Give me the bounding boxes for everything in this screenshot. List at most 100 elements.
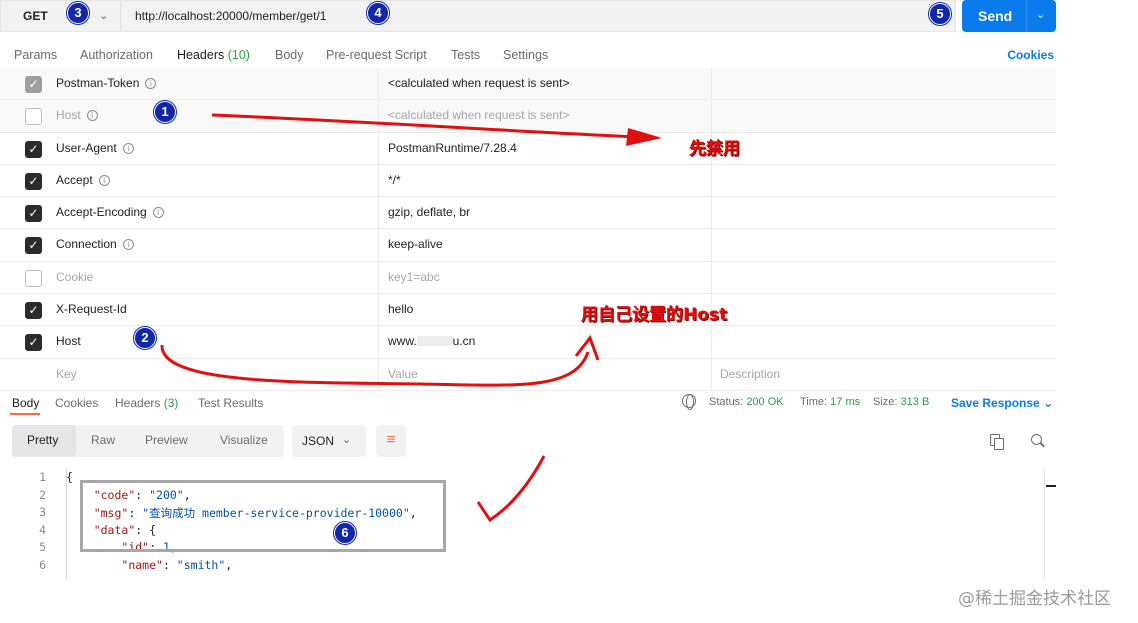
code-line: 6 "name": "smith",	[0, 556, 1056, 574]
info-icon[interactable]: i	[122, 239, 134, 251]
view-preview-button[interactable]: Preview	[145, 433, 188, 447]
header-value[interactable]: www. u.cn	[388, 334, 475, 348]
status-info[interactable]: Status: 200 OK	[709, 396, 784, 408]
new-value-input[interactable]: Value	[388, 367, 418, 381]
status-label: Status:	[709, 396, 744, 408]
code-text: "code": "200",	[93, 487, 191, 502]
column-divider	[711, 358, 712, 390]
info-icon[interactable]: i	[98, 174, 110, 186]
info-icon[interactable]: i	[122, 142, 134, 154]
response-tab-headers[interactable]: Headers (3)	[115, 396, 178, 410]
header-key: Postman-Token i	[56, 76, 157, 90]
size-label: Size:	[873, 396, 898, 408]
send-label: Send	[978, 8, 1013, 24]
header-key-text: Connection	[56, 237, 117, 252]
header-checkbox[interactable]	[25, 269, 42, 287]
column-divider	[378, 197, 379, 229]
header-key[interactable]: X-Request-Id	[56, 302, 127, 316]
column-divider	[378, 164, 379, 197]
search-icon[interactable]	[1030, 433, 1046, 449]
view-visualize-button[interactable]: Visualize	[220, 433, 268, 447]
header-row-postman-token: ✓ Postman-Token i <calculated when reques…	[0, 68, 1056, 101]
code-line: 3 "msg": "查询成功 member-service-provider-1…	[0, 503, 1056, 521]
headers-table: ✓ Postman-Token i <calculated when reques…	[0, 68, 1056, 391]
header-value: keep-alive	[388, 237, 443, 252]
code-text: {	[66, 470, 73, 484]
active-tab-indicator	[10, 413, 40, 415]
response-body-code[interactable]: 1 { 2 "code": "200", 3 "msg": "查询成功 memb…	[0, 468, 1056, 580]
tab-settings[interactable]: Settings	[503, 48, 548, 62]
header-checkbox[interactable]: ✓	[25, 205, 42, 223]
globe-icon[interactable]	[682, 394, 696, 410]
header-checkbox[interactable]: ✓	[25, 302, 42, 320]
status-value: 200 OK	[746, 396, 784, 408]
method-label: GET	[23, 9, 48, 23]
send-button[interactable]: Send ⌄	[962, 0, 1056, 32]
header-row-accept-encoding: ✓ Accept-Encoding i gzip, deflate, br	[0, 197, 1056, 230]
send-divider	[1026, 0, 1027, 32]
header-key: Host i	[56, 108, 98, 122]
copy-icon[interactable]	[990, 434, 1004, 450]
header-key-text: User-Agent	[56, 140, 117, 155]
line-number: 6	[39, 557, 46, 572]
line-number: 4	[39, 522, 46, 537]
header-value[interactable]: key1=abc	[388, 270, 440, 284]
format-select[interactable]: JSON ⌄	[292, 425, 366, 457]
format-label: JSON	[302, 434, 335, 448]
postman-window: GET ⌄ http://localhost:20000/member/get/…	[0, 0, 1056, 623]
size-info[interactable]: Size: 313 B	[873, 396, 929, 408]
code-text: "msg": "查询成功 member-service-provider-100…	[93, 506, 417, 520]
url-input[interactable]: http://localhost:20000/member/get/1	[120, 0, 956, 32]
response-tab-cookies[interactable]: Cookies	[55, 396, 98, 410]
tab-params[interactable]: Params	[14, 48, 57, 62]
header-value-prefix: www.	[388, 334, 417, 349]
time-info[interactable]: Time: 17 ms	[800, 396, 860, 408]
tab-tests[interactable]: Tests	[451, 48, 480, 62]
tab-prerequest-script[interactable]: Pre-request Script	[326, 48, 427, 62]
response-tab-body[interactable]: Body	[12, 396, 39, 410]
column-divider	[378, 261, 379, 294]
line-number: 1	[39, 470, 46, 484]
response-tab-test-results[interactable]: Test Results	[198, 396, 263, 410]
header-checkbox[interactable]	[25, 108, 42, 126]
info-icon[interactable]: i	[145, 78, 157, 89]
header-checkbox[interactable]: ✓	[25, 334, 42, 352]
header-key[interactable]: Host	[56, 334, 81, 348]
cookies-link[interactable]: Cookies	[1007, 48, 1054, 62]
json-key: "id"	[121, 540, 150, 554]
info-icon[interactable]: i	[152, 207, 164, 219]
json-key: "code"	[93, 487, 136, 502]
new-key-input[interactable]: Key	[56, 367, 77, 381]
header-checkbox[interactable]: ✓	[25, 76, 42, 93]
header-value: gzip, deflate, br	[388, 205, 471, 220]
header-checkbox[interactable]: ✓	[25, 237, 42, 255]
tab-authorization[interactable]: Authorization	[80, 48, 153, 62]
info-icon[interactable]: i	[86, 110, 98, 122]
header-key-text: Host	[56, 108, 81, 123]
header-checkbox[interactable]: ✓	[25, 172, 42, 190]
time-value: 17 ms	[830, 396, 861, 408]
response-tabs: Body Cookies Headers (3) Test Results St…	[0, 390, 1056, 416]
tab-body[interactable]: Body	[275, 48, 304, 62]
header-row-host-custom: ✓ Host www. u.cn	[0, 326, 1056, 359]
view-raw-button[interactable]: Raw	[91, 433, 115, 447]
code-text: "name": "smith",	[121, 557, 233, 572]
code-text: "id": 1,	[121, 540, 177, 554]
save-response-button[interactable]: Save Response ⌄	[951, 396, 1053, 410]
tab-headers[interactable]: Headers (10)	[177, 48, 250, 62]
header-checkbox[interactable]: ✓	[25, 140, 42, 158]
send-options-chevron-icon[interactable]: ⌄	[1036, 8, 1045, 21]
header-value[interactable]: hello	[388, 302, 413, 316]
header-key[interactable]: Cookie	[56, 270, 93, 284]
wrap-lines-icon[interactable]: ≡	[376, 425, 406, 457]
response-viewer-toolbar: Pretty Raw Preview Visualize JSON ⌄ ≡	[12, 425, 1056, 457]
column-divider	[711, 164, 712, 197]
new-description-input[interactable]: Description	[720, 367, 780, 381]
time-label: Time:	[800, 396, 828, 408]
method-select[interactable]: GET ⌄	[0, 0, 120, 32]
column-divider	[378, 294, 379, 326]
view-pretty-button[interactable]: Pretty	[27, 433, 58, 447]
redacted-mask	[416, 336, 453, 347]
tab-headers-label: Headers	[177, 48, 225, 62]
column-divider	[711, 100, 712, 132]
